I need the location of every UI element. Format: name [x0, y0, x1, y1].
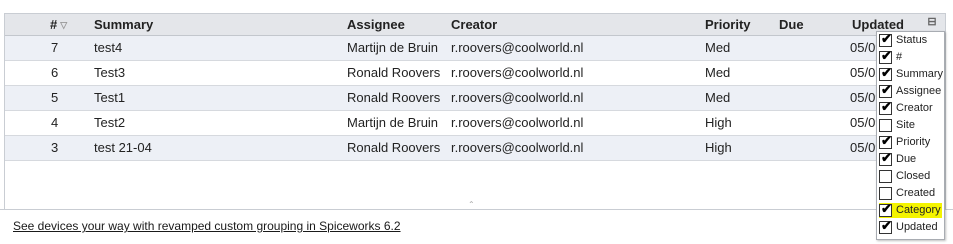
column-option-label: Priority	[896, 136, 931, 148]
column-option-label: Closed	[896, 170, 931, 182]
cell-summary: Test1	[94, 90, 126, 105]
cell-num: 7	[51, 40, 59, 55]
column-checkbox[interactable]: ✔	[879, 31, 892, 47]
cell-creator: r.roovers@coolworld.nl	[451, 90, 584, 105]
column-checkbox[interactable]	[879, 170, 892, 183]
col-header-updated[interactable]: Updated	[852, 17, 904, 32]
column-checkbox[interactable]: ✔	[879, 201, 892, 217]
checkmark-icon: ✔	[881, 201, 892, 216]
cell-num: 3	[51, 140, 59, 155]
column-checkbox[interactable]: ✔	[879, 150, 892, 166]
column-option-category[interactable]: ✔ Category	[879, 201, 942, 218]
checkmark-icon: ✔	[881, 150, 892, 165]
column-checkbox[interactable]: ✔	[879, 133, 892, 149]
column-checkbox[interactable]: ✔	[879, 48, 892, 64]
checkmark-icon: ✔	[881, 31, 892, 46]
checkmark-icon: ✔	[881, 48, 892, 63]
column-option-label: Assignee	[896, 85, 942, 97]
cell-priority: Med	[705, 40, 731, 55]
cell-assignee: Martijn de Bruin	[347, 40, 439, 55]
column-option-label: Category	[896, 204, 941, 216]
cell-num: 5	[51, 90, 59, 105]
cell-assignee: Ronald Roovers	[347, 90, 441, 105]
column-checkbox[interactable]: ✔	[879, 99, 892, 115]
cell-creator: r.roovers@coolworld.nl	[451, 40, 584, 55]
column-option-assignee[interactable]: ✔ Assignee	[879, 82, 942, 99]
cell-priority: Med	[705, 90, 731, 105]
cell-priority: Med	[705, 65, 731, 80]
cell-summary: test4	[94, 40, 123, 55]
col-header-due[interactable]: Due	[779, 17, 804, 32]
column-checkbox[interactable]	[879, 187, 892, 200]
col-header-assignee[interactable]: Assignee	[347, 17, 405, 32]
table-row[interactable]: 4 Test2 Martijn de Bruin r.roovers@coolworl…	[5, 111, 945, 136]
column-option-site[interactable]: Site	[879, 118, 942, 133]
footer: See devices your way with revamped custo…	[0, 209, 953, 244]
column-option-label: Summary	[896, 68, 944, 80]
ticket-table: # ▽ Summary Assignee Creator Priority Due…	[4, 13, 946, 210]
resize-grip-icon[interactable]: ⌃	[468, 201, 476, 209]
table-row[interactable]: 6 Test3 Ronald Roovers r.roovers@coolworld.…	[5, 61, 945, 86]
column-option-num[interactable]: ✔ #	[879, 48, 942, 65]
checkmark-icon: ✔	[881, 99, 892, 114]
col-header-num[interactable]: # ▽	[50, 17, 67, 32]
column-option-summary[interactable]: ✔ Summary	[879, 65, 944, 82]
column-option-label: Due	[896, 153, 917, 165]
sort-desc-icon[interactable]: ▽	[60, 20, 67, 31]
cell-assignee: Ronald Roovers	[347, 65, 441, 80]
checkmark-icon: ✔	[881, 218, 892, 233]
column-checkbox[interactable]: ✔	[879, 82, 892, 98]
column-option-label: Created	[896, 187, 936, 199]
cell-num: 6	[51, 65, 59, 80]
column-option-label: Site	[896, 119, 915, 131]
column-option-due[interactable]: ✔ Due	[879, 150, 942, 167]
table-header: # ▽ Summary Assignee Creator Priority Due…	[5, 14, 945, 36]
cell-assignee: Martijn de Bruin	[347, 115, 439, 130]
cell-summary: Test2	[94, 115, 126, 130]
column-option-priority[interactable]: ✔ Priority	[879, 133, 942, 150]
column-checkbox[interactable]: ✔	[879, 65, 892, 81]
cell-summary: Test3	[94, 65, 126, 80]
column-checkbox[interactable]: ✔	[879, 218, 892, 234]
column-option-status[interactable]: ✔ Status	[879, 31, 942, 48]
column-option-creator[interactable]: ✔ Creator	[879, 99, 942, 116]
col-header-priority[interactable]: Priority	[705, 17, 751, 32]
cell-creator: r.roovers@coolworld.nl	[451, 65, 584, 80]
column-option-created[interactable]: Created	[879, 186, 942, 201]
column-checkbox[interactable]	[879, 119, 892, 132]
column-option-label: Creator	[896, 102, 933, 114]
col-header-summary[interactable]: Summary	[94, 17, 153, 32]
spiceworks-promo-link[interactable]: See devices your way with revamped custo…	[13, 219, 401, 233]
column-picker-icon[interactable]: ⊟	[925, 15, 939, 29]
column-chooser-menu: ✔ Status ✔ # ✔ Summary ✔ Assignee ✔ Creator Site ✔ P…	[876, 31, 945, 240]
col-header-num-label: #	[50, 17, 58, 32]
checkmark-icon: ✔	[881, 82, 892, 97]
cell-num: 4	[51, 115, 59, 130]
column-option-label: Updated	[896, 221, 938, 233]
checkmark-icon: ✔	[881, 133, 892, 148]
cell-assignee: Ronald Roovers	[347, 140, 441, 155]
cell-creator: r.roovers@coolworld.nl	[451, 140, 584, 155]
table-row[interactable]: 7 test4 Martijn de Bruin r.roovers@coolworl…	[5, 36, 945, 61]
column-option-closed[interactable]: Closed	[879, 169, 942, 184]
table-row[interactable]: 5 Test1 Ronald Roovers r.roovers@coolworld.…	[5, 86, 945, 111]
cell-priority: High	[705, 115, 732, 130]
col-header-creator[interactable]: Creator	[451, 17, 497, 32]
column-option-updated[interactable]: ✔ Updated	[879, 218, 942, 235]
cell-summary: test 21-04	[94, 140, 152, 155]
column-option-label: #	[896, 51, 903, 63]
table-row[interactable]: 3 test 21-04 Ronald Roovers r.roovers@coolw…	[5, 136, 945, 161]
cell-creator: r.roovers@coolworld.nl	[451, 115, 584, 130]
cell-priority: High	[705, 140, 732, 155]
checkmark-icon: ✔	[881, 65, 892, 80]
column-option-label: Status	[896, 34, 928, 46]
